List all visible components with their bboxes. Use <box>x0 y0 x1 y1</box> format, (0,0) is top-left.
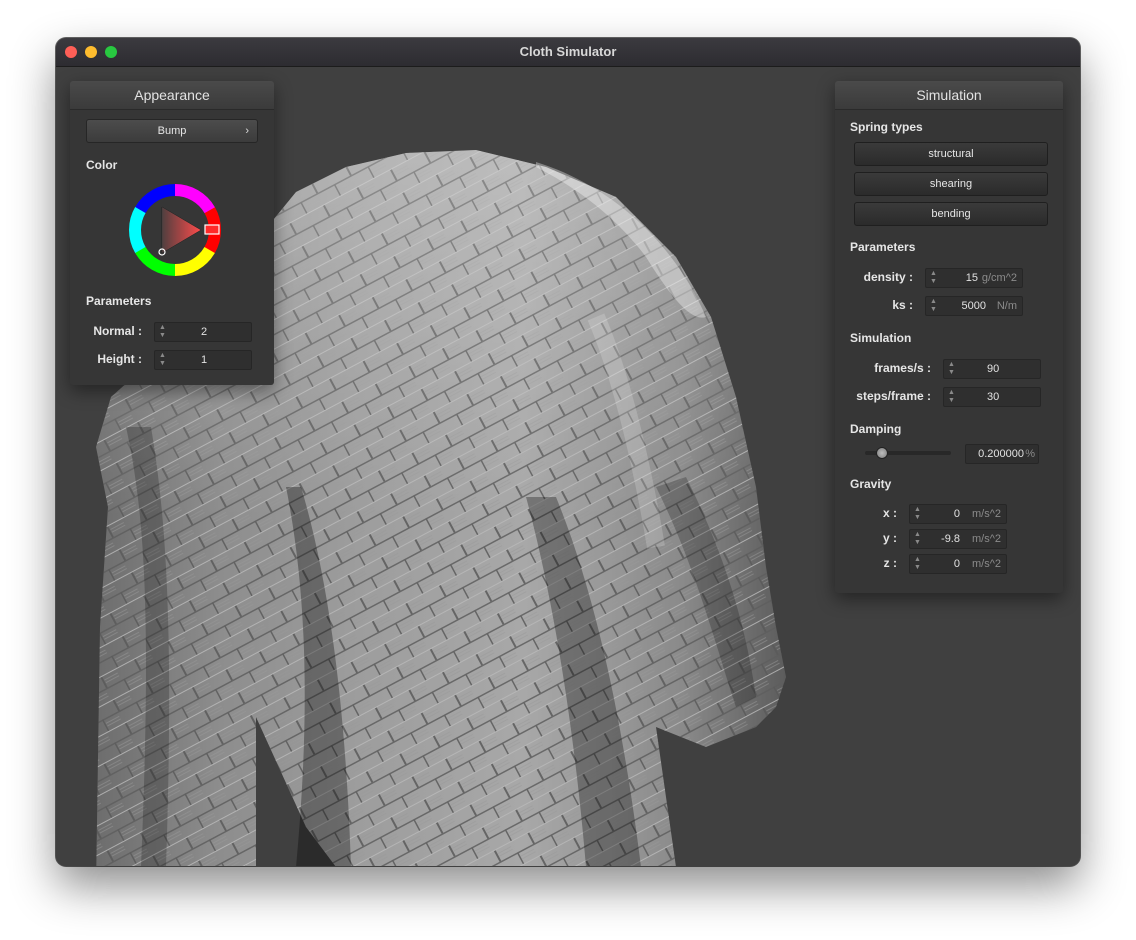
gravity-x-input[interactable]: ▲ ▼ 0 m/s^2 <box>909 504 1007 524</box>
gravity-x-value: 0 <box>953 508 960 520</box>
gravity-x-unit: m/s^2 <box>972 508 1001 520</box>
structural-button[interactable]: structural <box>854 142 1048 166</box>
3d-viewport[interactable]: Appearance Bump › Color Parameters Norma… <box>56 67 1080 866</box>
density-value: 15 <box>965 272 978 284</box>
appearance-params-label: Parameters <box>86 294 152 308</box>
stepper-icon[interactable]: ▲ ▼ <box>914 531 921 547</box>
fps-label: frames/s : <box>874 361 931 375</box>
bending-button[interactable]: bending <box>854 202 1048 226</box>
ks-input[interactable]: ▲ ▼ 5000 N/m <box>925 296 1023 316</box>
damping-slider-knob[interactable] <box>876 447 889 459</box>
gravity-z-input[interactable]: ▲ ▼ 0 m/s^2 <box>909 554 1007 574</box>
shearing-button[interactable]: shearing <box>854 172 1048 196</box>
stepper-icon[interactable]: ▲ ▼ <box>948 389 955 405</box>
normal-value: 2 <box>201 326 208 338</box>
damping-value: 0.200000 <box>978 448 1024 460</box>
steps-input[interactable]: ▲ ▼ 30 <box>943 387 1041 407</box>
stepper-icon[interactable]: ▲ ▼ <box>914 556 921 572</box>
simulation-section-label: Simulation <box>850 331 912 345</box>
color-wheel[interactable] <box>127 182 223 278</box>
density-input[interactable]: ▲ ▼ 15 g/cm^2 <box>925 268 1023 288</box>
steps-label: steps/frame : <box>856 389 931 403</box>
gravity-y-unit: m/s^2 <box>972 533 1001 545</box>
shader-dropdown[interactable]: Bump › <box>86 119 258 143</box>
fps-input[interactable]: ▲ ▼ 90 <box>943 359 1041 379</box>
fps-value: 90 <box>987 363 1000 375</box>
gravity-y-value: -9.8 <box>941 533 960 545</box>
ks-unit: N/m <box>996 300 1017 312</box>
sim-params-label: Parameters <box>850 240 916 254</box>
gravity-y-label: y : <box>882 531 897 545</box>
gravity-z-unit: m/s^2 <box>972 558 1001 570</box>
color-section-label: Color <box>86 158 118 172</box>
window-title: Cloth Simulator <box>519 44 617 59</box>
simulation-panel: Simulation Spring types structural shear… <box>835 81 1063 593</box>
stepper-icon[interactable]: ▲ ▼ <box>948 361 955 377</box>
stepper-icon[interactable]: ▲ ▼ <box>930 270 937 286</box>
height-label: Height : <box>97 352 142 366</box>
density-unit: g/cm^2 <box>981 272 1017 284</box>
normal-input[interactable]: ▲ ▼ 2 <box>154 322 252 342</box>
shader-dropdown-label: Bump <box>157 125 187 137</box>
damping-input[interactable]: 0.200000 % <box>965 444 1039 464</box>
height-input[interactable]: ▲ ▼ 1 <box>154 350 252 370</box>
appearance-panel-title: Appearance <box>70 81 274 110</box>
normal-label: Normal : <box>93 324 142 338</box>
app-window: Cloth Simulator Appearance Bump › Color … <box>56 38 1080 866</box>
gravity-label: Gravity <box>850 477 892 491</box>
simulation-panel-title: Simulation <box>835 81 1063 110</box>
hue-handle[interactable] <box>204 224 220 235</box>
chevron-right-icon: › <box>245 125 249 137</box>
title-bar: Cloth Simulator <box>56 38 1080 67</box>
steps-value: 30 <box>987 391 1000 403</box>
spring-types-label: Spring types <box>850 120 923 134</box>
density-label: density : <box>863 270 913 284</box>
gravity-z-label: z : <box>883 556 897 570</box>
appearance-panel: Appearance Bump › Color Parameters Norma… <box>70 81 274 385</box>
damping-unit: % <box>1025 448 1035 460</box>
gravity-y-input[interactable]: ▲ ▼ -9.8 m/s^2 <box>909 529 1007 549</box>
gravity-x-label: x : <box>882 506 897 520</box>
gravity-z-value: 0 <box>953 558 960 570</box>
stepper-icon[interactable]: ▲ ▼ <box>159 352 166 368</box>
stepper-icon[interactable]: ▲ ▼ <box>914 506 921 522</box>
stepper-icon[interactable]: ▲ ▼ <box>159 324 166 340</box>
stepper-icon[interactable]: ▲ ▼ <box>930 298 937 314</box>
ks-label: ks : <box>892 298 913 312</box>
height-value: 1 <box>201 354 208 366</box>
damping-label: Damping <box>850 422 902 436</box>
ks-value: 5000 <box>961 300 986 312</box>
